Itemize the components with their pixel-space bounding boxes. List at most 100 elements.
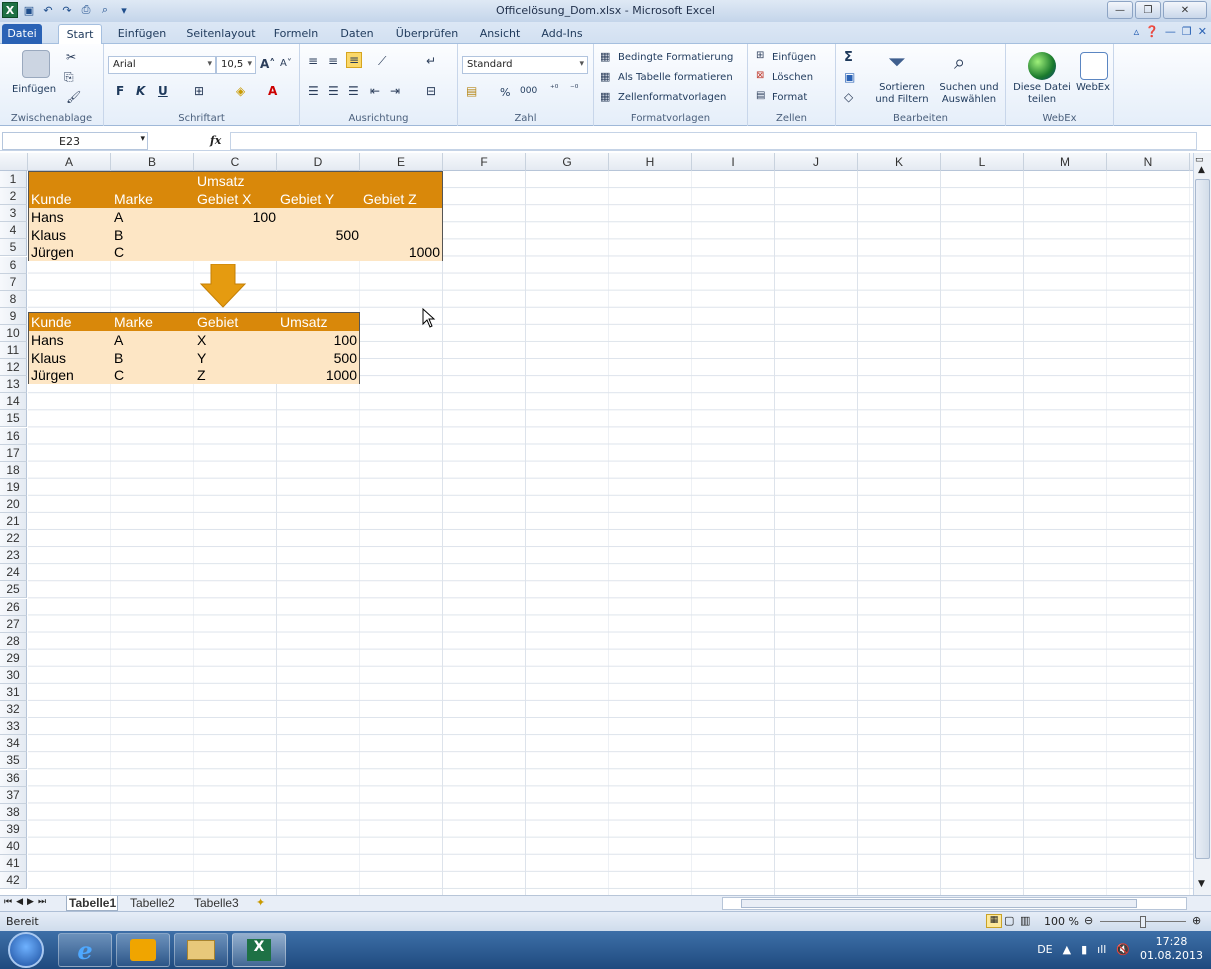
column-header[interactable]: N	[1107, 153, 1190, 171]
row-header[interactable]: 17	[0, 444, 27, 462]
format-painter-icon[interactable]: 🖌	[66, 90, 81, 104]
cell-marke[interactable]: A	[112, 331, 195, 349]
currency-icon[interactable]: ▤	[466, 84, 477, 98]
cell-gebiet-z[interactable]	[361, 208, 442, 226]
vertical-scroll-thumb[interactable]	[1195, 179, 1210, 859]
grow-font-icon[interactable]: A˄	[260, 57, 275, 71]
zoom-level[interactable]: 100 %	[1044, 915, 1079, 928]
cell-gebiet-y[interactable]	[278, 208, 361, 226]
show-hidden-icons-icon[interactable]: ▲	[1063, 943, 1071, 956]
font-size-select[interactable]: 10,5	[216, 56, 256, 74]
header-umsatz[interactable]: Umsatz	[195, 172, 278, 190]
column-header[interactable]: H	[609, 153, 692, 171]
row-header[interactable]: 25	[0, 581, 27, 599]
decrease-decimal-icon[interactable]: ⁻⁰	[570, 84, 578, 94]
column-header[interactable]: M	[1024, 153, 1107, 171]
cell-marke[interactable]: C	[112, 366, 195, 384]
font-color-icon[interactable]: A	[268, 84, 277, 98]
zoom-in-icon[interactable]: ⊕	[1192, 914, 1201, 927]
row-header[interactable]: 19	[0, 478, 27, 496]
workbook-restore-icon[interactable]: ❐	[1182, 25, 1192, 38]
tab-page-layout[interactable]: Seitenlayout	[184, 24, 258, 44]
delete-cells-button[interactable]: Löschen	[772, 72, 813, 83]
start-button-icon[interactable]	[8, 932, 44, 968]
tab-data[interactable]: Daten	[334, 24, 380, 44]
cell-gebiet[interactable]: Y	[195, 349, 278, 367]
cell-kunde[interactable]: Klaus	[29, 349, 112, 367]
format-as-table-button[interactable]: Als Tabelle formatieren	[618, 72, 733, 83]
down-arrow-shape[interactable]	[199, 264, 247, 308]
column-header[interactable]: B	[111, 153, 194, 171]
sort-filter-icon[interactable]: ⏷	[888, 50, 906, 75]
row-header[interactable]: 18	[0, 461, 27, 479]
number-format-select[interactable]: Standard	[462, 56, 588, 74]
header-gebiet-z[interactable]: Gebiet Z	[361, 190, 442, 208]
horizontal-scrollbar[interactable]	[722, 897, 1187, 910]
find-select-button[interactable]: Suchen und Auswählen	[936, 82, 1002, 106]
italic-button[interactable]: K	[136, 84, 145, 98]
workbook-minimize-icon[interactable]: —	[1165, 25, 1176, 38]
row-header[interactable]: 13	[0, 376, 27, 394]
column-header[interactable]: C	[194, 153, 277, 171]
cell-gebiet-z[interactable]	[361, 226, 442, 244]
column-header[interactable]: K	[858, 153, 941, 171]
increase-decimal-icon[interactable]: ⁺⁰	[550, 84, 558, 94]
copy-icon[interactable]: ⎘	[64, 70, 74, 85]
clear-icon[interactable]: ◇	[844, 90, 853, 104]
zoom-out-icon[interactable]: ⊖	[1084, 914, 1093, 927]
column-header[interactable]: F	[443, 153, 526, 171]
cut-icon[interactable]: ✂	[66, 50, 76, 64]
tab-review[interactable]: Überprüfen	[392, 24, 462, 44]
orientation-icon[interactable]: ⟋	[378, 54, 386, 69]
row-header[interactable]: 39	[0, 820, 27, 838]
outlook-icon[interactable]	[116, 933, 170, 967]
cell-gebiet[interactable]: X	[195, 331, 278, 349]
header-marke[interactable]: Marke	[112, 313, 195, 331]
tab-view[interactable]: Ansicht	[474, 24, 526, 44]
paste-icon[interactable]	[22, 50, 50, 78]
column-header[interactable]: I	[692, 153, 775, 171]
volume-muted-icon[interactable]: 🔇	[1116, 943, 1130, 956]
column-header[interactable]: J	[775, 153, 858, 171]
sheet-tab-tabelle2[interactable]: Tabelle2	[130, 896, 182, 911]
row-header[interactable]: 4	[0, 222, 27, 240]
insert-sheet-icon[interactable]: ✦	[256, 896, 265, 909]
cell-kunde[interactable]: Jürgen	[29, 243, 112, 261]
percent-button[interactable]: %	[500, 86, 510, 99]
row-header[interactable]: 14	[0, 393, 27, 411]
row-header[interactable]: 6	[0, 256, 27, 274]
row-header[interactable]: 41	[0, 855, 27, 872]
internet-explorer-icon[interactable]: e	[58, 933, 112, 967]
bold-button[interactable]: F	[116, 84, 124, 98]
cell-styles-button[interactable]: Zellenformatvorlagen	[618, 92, 726, 103]
restore-button[interactable]: ❐	[1135, 1, 1161, 19]
row-header[interactable]: 27	[0, 615, 27, 633]
cell-kunde[interactable]: Klaus	[29, 226, 112, 244]
tab-addins[interactable]: Add-Ins	[538, 24, 586, 44]
row-header[interactable]: 29	[0, 649, 27, 667]
column-header[interactable]: E	[360, 153, 443, 171]
header-marke[interactable]: Marke	[112, 190, 195, 208]
cell-marke[interactable]: B	[112, 349, 195, 367]
wrap-text-icon[interactable]: ↵	[426, 54, 436, 68]
row-header[interactable]: 33	[0, 718, 27, 736]
row-header[interactable]: 34	[0, 735, 27, 753]
row-header[interactable]: 16	[0, 427, 27, 445]
sort-filter-button[interactable]: Sortieren und Filtern	[872, 82, 932, 106]
cell-kunde[interactable]: Hans	[29, 208, 112, 226]
cell-marke[interactable]: C	[112, 243, 195, 261]
align-left-icon[interactable]: ☰	[308, 84, 319, 98]
header-umsatz[interactable]: Umsatz	[278, 313, 359, 331]
clock[interactable]: 17:28 01.08.2013	[1140, 935, 1203, 963]
page-break-view-icon[interactable]: ▥	[1020, 914, 1030, 927]
tab-start[interactable]: Start	[58, 24, 102, 44]
cell-gebiet-y[interactable]: 500	[278, 226, 361, 244]
cell-gebiet-x[interactable]	[195, 243, 278, 261]
language-indicator[interactable]: DE	[1037, 943, 1052, 956]
cell-gebiet-y[interactable]	[278, 243, 361, 261]
insert-function-icon[interactable]: fx	[210, 134, 221, 147]
format-as-table-icon[interactable]: ▦	[600, 70, 610, 83]
row-header[interactable]: 28	[0, 632, 27, 650]
tab-file[interactable]: Datei	[2, 24, 42, 44]
borders-icon[interactable]: ⊞	[194, 84, 204, 98]
